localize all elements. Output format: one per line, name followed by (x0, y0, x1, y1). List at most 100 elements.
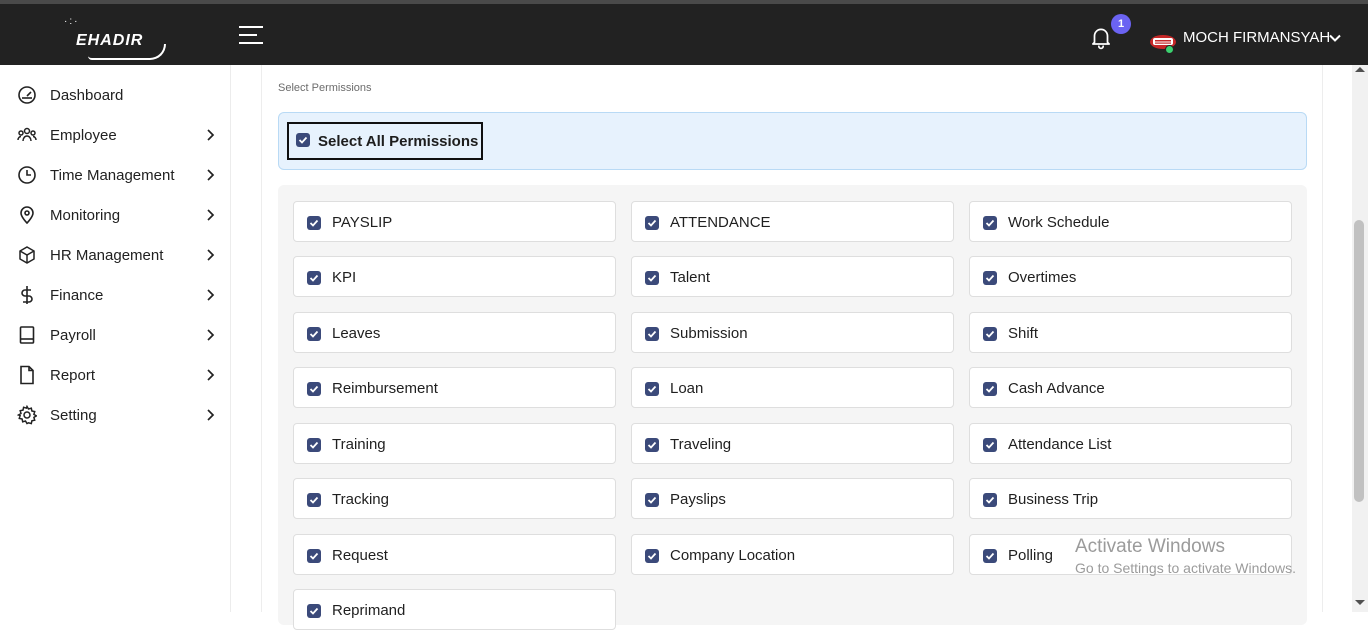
checkbox-checked-icon (645, 216, 659, 230)
permission-checkbox[interactable]: Overtimes (969, 256, 1292, 297)
permission-label: Polling (1008, 547, 1054, 564)
checkbox-checked-icon (296, 133, 310, 147)
sidebar-item-monitoring[interactable]: Monitoring (0, 195, 231, 235)
checkbox-checked-icon (307, 604, 321, 618)
permission-label: Business Trip (1008, 491, 1099, 508)
checkbox-checked-icon (983, 549, 997, 563)
chevron-right-icon (203, 328, 217, 342)
permission-label: Work Schedule (1008, 214, 1110, 231)
permission-checkbox[interactable]: Traveling (631, 423, 954, 464)
permission-label: Talent (670, 269, 711, 286)
watermark-subtitle: Go to Settings to activate Windows. (1075, 560, 1296, 576)
permission-label: Loan (670, 380, 704, 397)
permission-label: Reprimand (332, 602, 406, 619)
book-icon (17, 325, 37, 345)
permission-checkbox[interactable]: Training (293, 423, 616, 464)
box-icon (17, 245, 37, 265)
sidebar-item-label: HR Management (50, 247, 164, 264)
notification-count-badge: 1 (1111, 14, 1131, 34)
permission-label: Request (332, 547, 388, 564)
sidebar-item-hr-management[interactable]: HR Management (0, 235, 231, 275)
notification-bell-icon[interactable] (1088, 24, 1114, 50)
sidebar-item-employee[interactable]: Employee (0, 115, 231, 155)
permission-checkbox[interactable]: Work Schedule (969, 201, 1292, 242)
permission-checkbox[interactable]: Attendance List (969, 423, 1292, 464)
app-logo[interactable]: ·:· EHADIR (62, 14, 172, 62)
permission-checkbox[interactable]: Reprimand (293, 589, 616, 630)
permission-checkbox[interactable]: Shift (969, 312, 1292, 353)
file-icon (17, 365, 37, 385)
checkbox-checked-icon (983, 438, 997, 452)
user-name[interactable]: MOCH FIRMANSYAH (1183, 29, 1330, 46)
permission-checkbox[interactable]: Talent (631, 256, 954, 297)
chevron-right-icon (203, 168, 217, 182)
checkbox-checked-icon (983, 216, 997, 230)
sidebar-item-payroll[interactable]: Payroll (0, 315, 231, 355)
chevron-down-icon[interactable] (1328, 31, 1342, 45)
permission-checkbox[interactable]: Company Location (631, 534, 954, 575)
menu-toggle-button[interactable] (239, 26, 263, 46)
permission-label: ATTENDANCE (670, 214, 771, 231)
sidebar-item-dashboard[interactable]: Dashboard (0, 75, 231, 115)
permission-checkbox[interactable]: KPI (293, 256, 616, 297)
permission-label: Tracking (332, 491, 389, 508)
users-icon (17, 125, 37, 145)
online-status-dot (1165, 45, 1174, 54)
permission-checkbox[interactable]: Leaves (293, 312, 616, 353)
permission-checkbox[interactable]: ATTENDANCE (631, 201, 954, 242)
checkbox-checked-icon (645, 382, 659, 396)
sidebar-item-setting[interactable]: Setting (0, 395, 231, 435)
permission-label: Company Location (670, 547, 796, 564)
checkbox-checked-icon (983, 382, 997, 396)
chevron-right-icon (203, 128, 217, 142)
permission-label: Overtimes (1008, 269, 1077, 286)
sidebar-item-label: Employee (50, 127, 117, 144)
checkbox-checked-icon (983, 327, 997, 341)
checkbox-checked-icon (983, 493, 997, 507)
permission-checkbox[interactable]: Business Trip (969, 478, 1292, 519)
sidebar-item-report[interactable]: Report (0, 355, 231, 395)
permission-checkbox[interactable]: Request (293, 534, 616, 575)
sidebar-item-finance[interactable]: Finance (0, 275, 231, 315)
permission-checkbox[interactable]: Loan (631, 367, 954, 408)
permission-label: Cash Advance (1008, 380, 1105, 397)
permission-checkbox[interactable]: Tracking (293, 478, 616, 519)
checkbox-checked-icon (307, 382, 321, 396)
select-all-permissions-checkbox[interactable]: Select All Permissions (287, 122, 483, 160)
sidebar-item-label: Setting (50, 407, 97, 424)
permission-label: Leaves (332, 325, 381, 342)
logo-dots: ·:· (64, 16, 80, 27)
scroll-down-arrow-icon[interactable] (1355, 600, 1365, 605)
permission-checkbox[interactable]: Cash Advance (969, 367, 1292, 408)
chevron-right-icon (203, 288, 217, 302)
select-all-container: Select All Permissions (278, 112, 1307, 170)
checkbox-checked-icon (645, 549, 659, 563)
map-pin-icon (17, 205, 37, 225)
permission-label: Attendance List (1008, 436, 1112, 453)
chevron-right-icon (203, 368, 217, 382)
sidebar-item-label: Time Management (50, 167, 175, 184)
permission-checkbox[interactable]: PAYSLIP (293, 201, 616, 242)
chevron-right-icon (203, 248, 217, 262)
permission-checkbox[interactable]: Submission (631, 312, 954, 353)
user-avatar[interactable] (1148, 28, 1178, 54)
scroll-up-arrow-icon[interactable] (1355, 67, 1365, 72)
dollar-icon (17, 285, 37, 305)
permission-checkbox[interactable]: Payslips (631, 478, 954, 519)
permission-label: Payslips (670, 491, 726, 508)
permission-label: Training (332, 436, 386, 453)
sidebar-item-time-management[interactable]: Time Management (0, 155, 231, 195)
permission-checkbox[interactable]: Reimbursement (293, 367, 616, 408)
sidebar-item-label: Report (50, 367, 96, 384)
permission-label: Reimbursement (332, 380, 438, 397)
chevron-right-icon (203, 208, 217, 222)
gauge-icon (17, 85, 37, 105)
sidebar-item-label: Payroll (50, 327, 96, 344)
checkbox-checked-icon (983, 271, 997, 285)
checkbox-checked-icon (645, 271, 659, 285)
permission-label: Traveling (670, 436, 732, 453)
checkbox-checked-icon (307, 327, 321, 341)
scrollbar-thumb[interactable] (1354, 220, 1364, 502)
clock-icon (17, 165, 37, 185)
chevron-right-icon (203, 408, 217, 422)
